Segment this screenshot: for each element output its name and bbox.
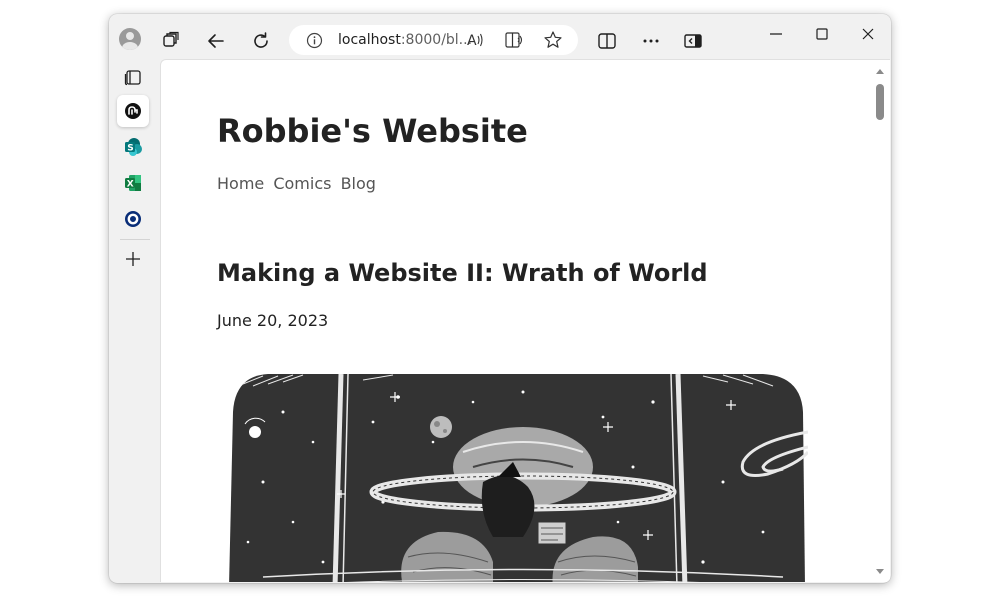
back-icon[interactable] [205,30,227,52]
refresh-icon[interactable] [250,30,272,52]
url-host: localhost [338,32,401,48]
browser-window: localhost:8000/bl... A S X Robbie's Webs… [109,14,891,583]
nav-blog-link[interactable]: Blog [341,174,376,193]
sidebar-toggle-icon[interactable] [682,30,704,52]
page-content: Robbie's Website Home Comics Blog Making… [160,59,890,582]
svg-text:A: A [467,33,477,49]
immersive-reader-icon[interactable] [504,30,524,50]
more-icon[interactable] [640,30,662,52]
svg-text:X: X [127,180,134,190]
maximize-icon[interactable] [812,24,832,44]
nav-home-link[interactable]: Home [217,174,264,193]
close-icon[interactable] [858,24,878,44]
profile-icon[interactable] [119,28,141,50]
address-url[interactable]: localhost:8000/bl... [338,32,472,48]
excel-icon[interactable]: X [120,170,146,196]
scroll-thumb[interactable] [876,84,884,120]
info-icon[interactable] [305,31,323,49]
add-icon[interactable] [120,246,146,272]
post-title: Making a Website II: Wrath of World [217,259,708,287]
sharepoint-icon[interactable]: S [120,134,146,160]
favorite-star-icon[interactable] [543,30,563,50]
svg-text:S: S [127,144,133,154]
tabs-icon[interactable] [120,64,146,90]
minimize-icon[interactable] [766,24,786,44]
page-scrollbar[interactable] [871,64,887,580]
scroll-up-arrow-icon[interactable] [875,66,885,76]
post-date: June 20, 2023 [217,311,329,330]
address-bar[interactable]: localhost:8000/bl... A [289,25,578,55]
scroll-down-arrow-icon[interactable] [875,567,885,577]
outlook-icon[interactable] [120,206,146,232]
copilot-icon[interactable] [117,95,149,127]
url-path: :8000/bl... [400,32,473,48]
site-nav: Home Comics Blog [217,174,380,193]
split-screen-icon[interactable] [596,30,618,52]
site-title[interactable]: Robbie's Website [217,112,528,150]
read-aloud-icon[interactable]: A [465,30,485,50]
workspaces-icon[interactable] [161,30,181,50]
nav-comics-link[interactable]: Comics [273,174,331,193]
sidebar-divider [120,239,150,240]
comic-image [223,372,810,582]
